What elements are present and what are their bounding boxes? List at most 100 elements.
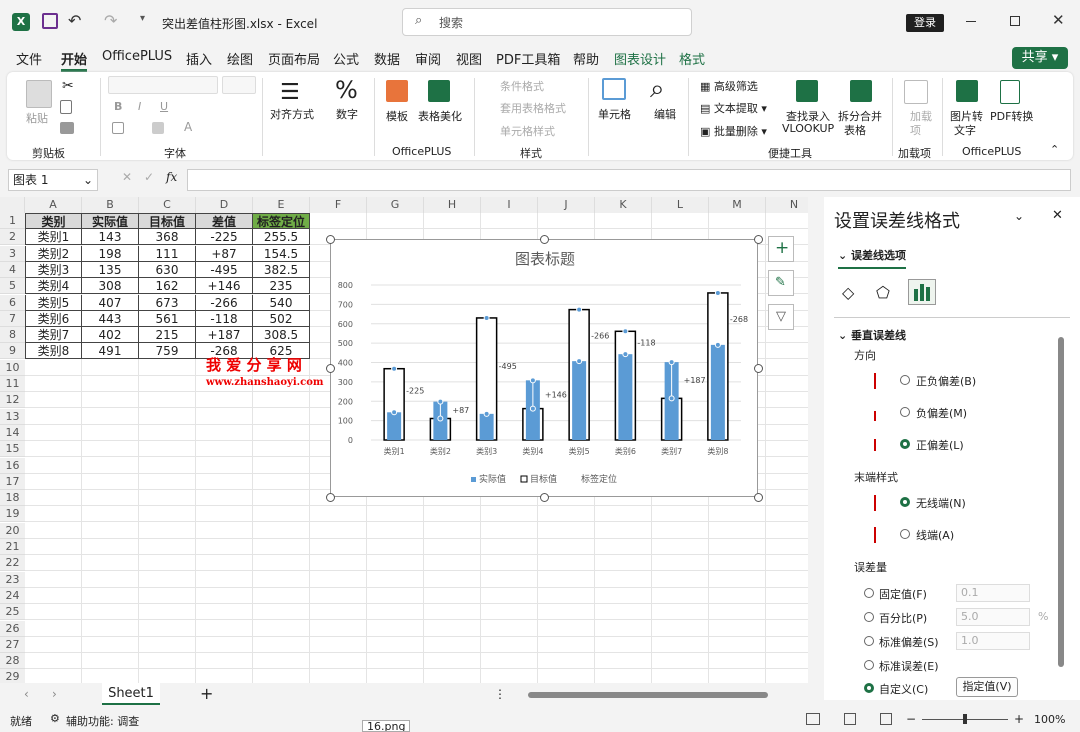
resize-handle[interactable]: [754, 493, 763, 502]
share-button[interactable]: 共享 ▾: [1012, 47, 1068, 69]
fixed-value-input[interactable]: 0.1: [956, 584, 1030, 602]
fx-icon[interactable]: fx: [166, 170, 177, 184]
table-cell[interactable]: 143: [82, 229, 139, 246]
row-header-24[interactable]: 24: [0, 587, 25, 604]
more-options-icon[interactable]: ⋮: [494, 687, 506, 701]
chart-filters-button[interactable]: ▽: [768, 304, 794, 330]
row-header-29[interactable]: 29: [0, 669, 25, 683]
accessibility-status[interactable]: 辅助功能: 调查: [66, 713, 139, 729]
no-cap-radio[interactable]: [900, 497, 910, 507]
table-cell[interactable]: 135: [82, 261, 139, 278]
resize-handle[interactable]: [540, 235, 549, 244]
row-header-4[interactable]: 4: [0, 261, 25, 278]
resize-handle[interactable]: [540, 493, 549, 502]
column-header-E[interactable]: E: [253, 197, 310, 213]
font-size-dropdown[interactable]: [222, 76, 256, 94]
table-cell[interactable]: 407: [82, 294, 139, 311]
spreadsheet-grid[interactable]: A B C D E F G H I J K L M N 1 2 3 4 5 6 7 8 9 10 11 12 13 14 15 16 17 1…: [0, 197, 808, 683]
cells-icon[interactable]: [602, 78, 626, 100]
table-cell[interactable]: 类别4: [25, 278, 82, 295]
table-cell[interactable]: 类别5: [25, 294, 82, 311]
table-cell[interactable]: 235: [253, 278, 310, 295]
normal-view-icon[interactable]: [806, 713, 820, 725]
format-painter-icon[interactable]: [60, 122, 74, 134]
column-header-C[interactable]: C: [139, 197, 196, 213]
search-box[interactable]: ⌕ 搜索: [402, 8, 692, 36]
cut-icon[interactable]: ✂: [62, 78, 74, 94]
table-cell[interactable]: 255.5: [253, 229, 310, 246]
percentage-radio[interactable]: [864, 612, 874, 622]
menu-home[interactable]: 开始: [61, 49, 88, 72]
cancel-formula-icon[interactable]: ✕: [122, 170, 132, 184]
row-header-28[interactable]: 28: [0, 653, 25, 670]
row-header-15[interactable]: 15: [0, 441, 25, 458]
add-sheet-icon[interactable]: +: [200, 684, 213, 703]
zoom-in-icon[interactable]: +: [1014, 712, 1024, 726]
table-header-cell[interactable]: 标签定位: [253, 213, 310, 229]
row-header-11[interactable]: 11: [0, 376, 25, 392]
next-sheet-icon[interactable]: ›: [52, 687, 57, 701]
table-cell[interactable]: 368: [139, 229, 196, 246]
row-header-20[interactable]: 20: [0, 522, 25, 539]
menu-pdf-tools[interactable]: PDF工具箱: [496, 49, 560, 68]
redo-icon[interactable]: ↷: [104, 11, 117, 30]
bold-button[interactable]: B: [114, 100, 122, 113]
std-dev-radio[interactable]: [864, 636, 874, 646]
addin-icon[interactable]: [904, 80, 928, 104]
menu-chart-design[interactable]: 图表设计: [614, 49, 666, 68]
table-cell[interactable]: 502: [253, 310, 310, 327]
login-button[interactable]: 登录: [906, 14, 944, 32]
table-cell[interactable]: -495: [196, 261, 253, 278]
split-merge-icon[interactable]: [850, 80, 872, 102]
fill-line-icon[interactable]: ◇: [842, 283, 854, 302]
dir-minus-radio[interactable]: [900, 407, 910, 417]
table-cell[interactable]: 402: [82, 327, 139, 344]
dir-plus-radio[interactable]: [900, 439, 910, 449]
row-header-14[interactable]: 14: [0, 424, 25, 441]
row-header-21[interactable]: 21: [0, 539, 25, 555]
row-header-13[interactable]: 13: [0, 408, 25, 425]
specify-value-button[interactable]: 指定值(V): [956, 677, 1018, 697]
table-beautify-label[interactable]: 表格美化: [418, 108, 462, 124]
row-header-26[interactable]: 26: [0, 620, 25, 637]
column-header-B[interactable]: B: [82, 197, 139, 213]
table-cell[interactable]: 630: [139, 261, 196, 278]
menu-formulas[interactable]: 公式: [333, 49, 359, 68]
batch-delete-button[interactable]: ▣ 批量删除 ▾: [700, 123, 767, 139]
select-all-corner[interactable]: [0, 197, 25, 213]
font-color-icon[interactable]: A: [184, 120, 192, 134]
row-header-22[interactable]: 22: [0, 555, 25, 572]
row-header-6[interactable]: 6: [0, 294, 25, 311]
column-header-K[interactable]: K: [595, 197, 652, 213]
table-cell[interactable]: 308.5: [253, 327, 310, 344]
table-header-cell[interactable]: 差值: [196, 213, 253, 229]
advanced-filter-button[interactable]: ▦ 高级筛选: [700, 78, 758, 94]
vlookup-icon[interactable]: [796, 80, 818, 102]
row-header-1[interactable]: 1: [0, 213, 25, 229]
table-cell[interactable]: 308: [82, 278, 139, 295]
table-cell[interactable]: 443: [82, 310, 139, 327]
menu-file[interactable]: 文件: [16, 49, 42, 68]
fill-color-icon[interactable]: [152, 122, 164, 134]
resize-handle[interactable]: [326, 235, 335, 244]
fixed-value-radio[interactable]: [864, 588, 874, 598]
page-break-view-icon[interactable]: [880, 713, 892, 725]
row-header-12[interactable]: 12: [0, 392, 25, 409]
std-error-radio[interactable]: [864, 660, 874, 670]
percentage-input[interactable]: 5.0: [956, 608, 1030, 626]
table-cell[interactable]: 类别1: [25, 229, 82, 246]
edit-label[interactable]: 编辑: [654, 106, 676, 122]
menu-insert[interactable]: 插入: [186, 49, 212, 68]
pdf-convert-icon[interactable]: [1000, 80, 1020, 104]
table-cell[interactable]: 类别7: [25, 327, 82, 344]
menu-data[interactable]: 数据: [374, 49, 400, 68]
table-cell[interactable]: +146: [196, 278, 253, 295]
row-header-19[interactable]: 19: [0, 506, 25, 523]
table-cell[interactable]: 111: [139, 245, 196, 262]
row-header-9[interactable]: 9: [0, 343, 25, 360]
addin-label-2[interactable]: 项: [910, 122, 921, 138]
cap-radio[interactable]: [900, 529, 910, 539]
menu-format[interactable]: 格式: [679, 49, 705, 68]
sheet-tab-sheet1[interactable]: Sheet1: [102, 683, 160, 705]
align-icon[interactable]: ☰: [280, 80, 300, 105]
